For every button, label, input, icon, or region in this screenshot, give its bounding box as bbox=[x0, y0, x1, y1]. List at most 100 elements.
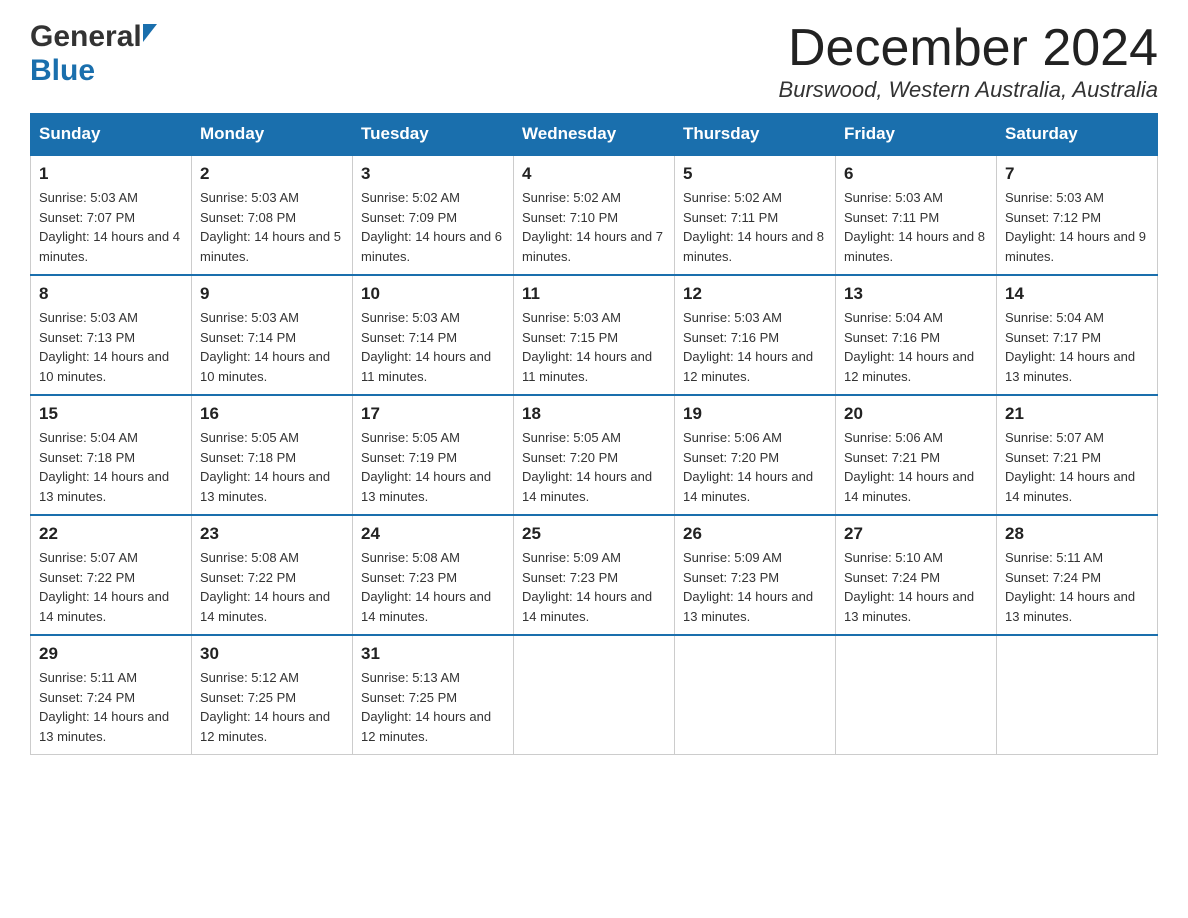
day-number: 15 bbox=[39, 404, 183, 424]
day-info: Sunrise: 5:05 AMSunset: 7:19 PMDaylight:… bbox=[361, 428, 505, 506]
calendar-cell: 29 Sunrise: 5:11 AMSunset: 7:24 PMDayligh… bbox=[31, 635, 192, 755]
calendar-cell: 17 Sunrise: 5:05 AMSunset: 7:19 PMDayligh… bbox=[353, 395, 514, 515]
day-info: Sunrise: 5:11 AMSunset: 7:24 PMDaylight:… bbox=[1005, 548, 1149, 626]
day-number: 24 bbox=[361, 524, 505, 544]
calendar-cell: 22 Sunrise: 5:07 AMSunset: 7:22 PMDayligh… bbox=[31, 515, 192, 635]
calendar-cell: 27 Sunrise: 5:10 AMSunset: 7:24 PMDayligh… bbox=[836, 515, 997, 635]
calendar-cell: 11 Sunrise: 5:03 AMSunset: 7:15 PMDayligh… bbox=[514, 275, 675, 395]
logo-general-text: General bbox=[30, 20, 142, 54]
day-number: 6 bbox=[844, 164, 988, 184]
calendar-cell: 28 Sunrise: 5:11 AMSunset: 7:24 PMDayligh… bbox=[997, 515, 1158, 635]
day-info: Sunrise: 5:10 AMSunset: 7:24 PMDaylight:… bbox=[844, 548, 988, 626]
day-number: 10 bbox=[361, 284, 505, 304]
calendar-cell bbox=[997, 635, 1158, 755]
day-info: Sunrise: 5:09 AMSunset: 7:23 PMDaylight:… bbox=[522, 548, 666, 626]
day-number: 19 bbox=[683, 404, 827, 424]
calendar-cell: 30 Sunrise: 5:12 AMSunset: 7:25 PMDayligh… bbox=[192, 635, 353, 755]
day-number: 29 bbox=[39, 644, 183, 664]
calendar-cell: 3Sunrise: 5:02 AMSunset: 7:09 PMDaylight… bbox=[353, 155, 514, 275]
day-number: 12 bbox=[683, 284, 827, 304]
day-info: Sunrise: 5:03 AMSunset: 7:14 PMDaylight:… bbox=[200, 308, 344, 386]
day-info: Sunrise: 5:03 AMSunset: 7:14 PMDaylight:… bbox=[361, 308, 505, 386]
day-info: Sunrise: 5:06 AMSunset: 7:20 PMDaylight:… bbox=[683, 428, 827, 506]
day-number: 21 bbox=[1005, 404, 1149, 424]
day-number: 4 bbox=[522, 164, 666, 184]
day-info: Sunrise: 5:03 AMSunset: 7:12 PMDaylight:… bbox=[1005, 188, 1149, 266]
day-info: Sunrise: 5:03 AMSunset: 7:13 PMDaylight:… bbox=[39, 308, 183, 386]
calendar-cell: 7 Sunrise: 5:03 AMSunset: 7:12 PMDaylight… bbox=[997, 155, 1158, 275]
calendar-cell bbox=[514, 635, 675, 755]
calendar-cell: 23 Sunrise: 5:08 AMSunset: 7:22 PMDayligh… bbox=[192, 515, 353, 635]
day-info: Sunrise: 5:04 AMSunset: 7:18 PMDaylight:… bbox=[39, 428, 183, 506]
day-number: 30 bbox=[200, 644, 344, 664]
day-info: Sunrise: 5:07 AMSunset: 7:22 PMDaylight:… bbox=[39, 548, 183, 626]
calendar-cell: 12 Sunrise: 5:03 AMSunset: 7:16 PMDayligh… bbox=[675, 275, 836, 395]
calendar-cell: 25 Sunrise: 5:09 AMSunset: 7:23 PMDayligh… bbox=[514, 515, 675, 635]
day-number: 25 bbox=[522, 524, 666, 544]
calendar-week-5: 29 Sunrise: 5:11 AMSunset: 7:24 PMDayligh… bbox=[31, 635, 1158, 755]
calendar-table: SundayMondayTuesdayWednesdayThursdayFrid… bbox=[30, 113, 1158, 755]
calendar-cell: 5Sunrise: 5:02 AMSunset: 7:11 PMDaylight… bbox=[675, 155, 836, 275]
day-info: Sunrise: 5:04 AMSunset: 7:17 PMDaylight:… bbox=[1005, 308, 1149, 386]
calendar-cell: 24 Sunrise: 5:08 AMSunset: 7:23 PMDayligh… bbox=[353, 515, 514, 635]
calendar-cell: 31 Sunrise: 5:13 AMSunset: 7:25 PMDayligh… bbox=[353, 635, 514, 755]
calendar-header-tuesday: Tuesday bbox=[353, 114, 514, 156]
day-info: Sunrise: 5:08 AMSunset: 7:23 PMDaylight:… bbox=[361, 548, 505, 626]
day-info: Sunrise: 5:05 AMSunset: 7:18 PMDaylight:… bbox=[200, 428, 344, 506]
day-number: 7 bbox=[1005, 164, 1149, 184]
day-info: Sunrise: 5:12 AMSunset: 7:25 PMDaylight:… bbox=[200, 668, 344, 746]
calendar-cell: 2 Sunrise: 5:03 AMSunset: 7:08 PMDaylight… bbox=[192, 155, 353, 275]
calendar-cell: 19 Sunrise: 5:06 AMSunset: 7:20 PMDayligh… bbox=[675, 395, 836, 515]
day-number: 23 bbox=[200, 524, 344, 544]
calendar-cell: 18Sunrise: 5:05 AMSunset: 7:20 PMDayligh… bbox=[514, 395, 675, 515]
day-number: 13 bbox=[844, 284, 988, 304]
day-info: Sunrise: 5:13 AMSunset: 7:25 PMDaylight:… bbox=[361, 668, 505, 746]
calendar-header-saturday: Saturday bbox=[997, 114, 1158, 156]
calendar-cell: 21 Sunrise: 5:07 AMSunset: 7:21 PMDayligh… bbox=[997, 395, 1158, 515]
day-info: Sunrise: 5:02 AMSunset: 7:09 PMDaylight:… bbox=[361, 188, 505, 266]
page-header: General Blue December 2024 Burswood, Wes… bbox=[30, 20, 1158, 103]
calendar-header-thursday: Thursday bbox=[675, 114, 836, 156]
calendar-cell: 4Sunrise: 5:02 AMSunset: 7:10 PMDaylight… bbox=[514, 155, 675, 275]
day-number: 16 bbox=[200, 404, 344, 424]
calendar-cell: 9Sunrise: 5:03 AMSunset: 7:14 PMDaylight… bbox=[192, 275, 353, 395]
calendar-header-row: SundayMondayTuesdayWednesdayThursdayFrid… bbox=[31, 114, 1158, 156]
calendar-cell: 26Sunrise: 5:09 AMSunset: 7:23 PMDayligh… bbox=[675, 515, 836, 635]
logo: General Blue bbox=[30, 20, 157, 88]
day-number: 22 bbox=[39, 524, 183, 544]
calendar-cell: 8 Sunrise: 5:03 AMSunset: 7:13 PMDaylight… bbox=[31, 275, 192, 395]
calendar-cell: 10 Sunrise: 5:03 AMSunset: 7:14 PMDayligh… bbox=[353, 275, 514, 395]
calendar-week-4: 22 Sunrise: 5:07 AMSunset: 7:22 PMDayligh… bbox=[31, 515, 1158, 635]
calendar-week-2: 8 Sunrise: 5:03 AMSunset: 7:13 PMDaylight… bbox=[31, 275, 1158, 395]
location-text: Burswood, Western Australia, Australia bbox=[779, 77, 1158, 103]
day-number: 17 bbox=[361, 404, 505, 424]
day-info: Sunrise: 5:03 AMSunset: 7:15 PMDaylight:… bbox=[522, 308, 666, 386]
logo-triangle-icon bbox=[143, 24, 157, 42]
day-number: 26 bbox=[683, 524, 827, 544]
day-info: Sunrise: 5:04 AMSunset: 7:16 PMDaylight:… bbox=[844, 308, 988, 386]
day-info: Sunrise: 5:03 AMSunset: 7:08 PMDaylight:… bbox=[200, 188, 344, 266]
day-number: 8 bbox=[39, 284, 183, 304]
day-number: 11 bbox=[522, 284, 666, 304]
calendar-cell: 14Sunrise: 5:04 AMSunset: 7:17 PMDayligh… bbox=[997, 275, 1158, 395]
calendar-cell: 13 Sunrise: 5:04 AMSunset: 7:16 PMDayligh… bbox=[836, 275, 997, 395]
day-info: Sunrise: 5:02 AMSunset: 7:11 PMDaylight:… bbox=[683, 188, 827, 266]
calendar-cell: 6Sunrise: 5:03 AMSunset: 7:11 PMDaylight… bbox=[836, 155, 997, 275]
calendar-cell bbox=[836, 635, 997, 755]
calendar-cell: 20Sunrise: 5:06 AMSunset: 7:21 PMDayligh… bbox=[836, 395, 997, 515]
calendar-cell: 1 Sunrise: 5:03 AMSunset: 7:07 PMDaylight… bbox=[31, 155, 192, 275]
calendar-header-sunday: Sunday bbox=[31, 114, 192, 156]
day-info: Sunrise: 5:08 AMSunset: 7:22 PMDaylight:… bbox=[200, 548, 344, 626]
day-number: 31 bbox=[361, 644, 505, 664]
calendar-cell: 15 Sunrise: 5:04 AMSunset: 7:18 PMDayligh… bbox=[31, 395, 192, 515]
day-info: Sunrise: 5:03 AMSunset: 7:07 PMDaylight:… bbox=[39, 188, 183, 266]
day-info: Sunrise: 5:03 AMSunset: 7:16 PMDaylight:… bbox=[683, 308, 827, 386]
day-number: 27 bbox=[844, 524, 988, 544]
day-number: 1 bbox=[39, 164, 183, 184]
calendar-header-monday: Monday bbox=[192, 114, 353, 156]
day-info: Sunrise: 5:07 AMSunset: 7:21 PMDaylight:… bbox=[1005, 428, 1149, 506]
day-number: 2 bbox=[200, 164, 344, 184]
day-number: 28 bbox=[1005, 524, 1149, 544]
calendar-cell bbox=[675, 635, 836, 755]
day-info: Sunrise: 5:11 AMSunset: 7:24 PMDaylight:… bbox=[39, 668, 183, 746]
